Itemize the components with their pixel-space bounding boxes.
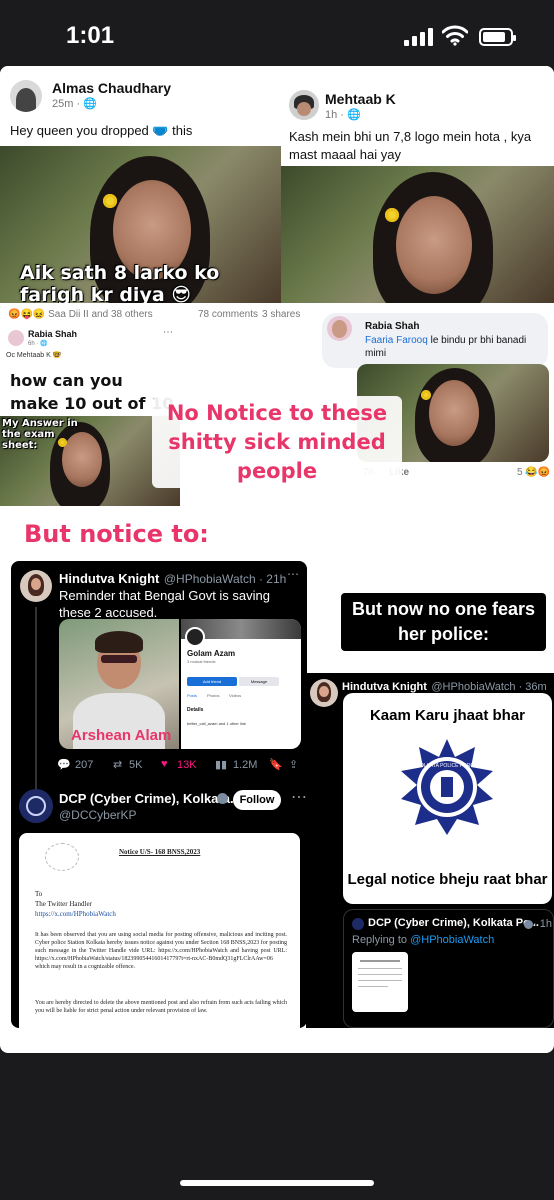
- comment-bubble: Rabia Shah Faaria Farooq le bindu pr bhi…: [322, 313, 548, 368]
- tweet-panel-left: Hindutva Knight @HPhobiaWatch · 21h ⋯ Re…: [11, 561, 307, 1028]
- reaction-summary[interactable]: 😡😝😖 Saa Dii II and 38 others: [8, 309, 153, 320]
- avatar[interactable]: [10, 80, 42, 112]
- repost-count: 5K: [129, 759, 143, 771]
- comment-reactions[interactable]: 5 😂😡: [517, 467, 550, 478]
- signal-icon: [404, 28, 436, 46]
- comment-time: 6h · 🌐: [28, 341, 48, 347]
- avatar[interactable]: [289, 90, 319, 120]
- tweet-photo-man[interactable]: Arshean Alam: [59, 619, 179, 749]
- post-text: Hey queen you dropped 🩲 this: [10, 123, 193, 138]
- comment-text: Oc Mehtaab K 🤓: [6, 352, 62, 359]
- tweet-text: Reminder that Bengal Govt is saving thes…: [59, 588, 270, 620]
- tweet-author[interactable]: Hindutva Knight: [59, 571, 159, 586]
- wifi-icon: [442, 25, 468, 46]
- shares-count[interactable]: 3 shares: [262, 309, 300, 320]
- verified-icon: [524, 920, 533, 929]
- comment-mention[interactable]: Faaria Farooq: [365, 335, 428, 346]
- more-icon[interactable]: ⋯: [287, 567, 299, 581]
- dcp-avatar[interactable]: [19, 789, 53, 823]
- reply-icon[interactable]: 💬: [57, 758, 71, 771]
- notice-to-name: The Twitter Handler: [35, 900, 92, 908]
- post-time: 25m ·: [52, 98, 84, 110]
- photo-caption: Aik sath 8 larko ko farigh kr diya 😎: [20, 262, 220, 303]
- notice-title: Notice U/S- 168 BNSS,2023: [119, 848, 201, 856]
- meme-bottom: Legal notice bheju raat bhar: [347, 871, 548, 888]
- post-photo-right[interactable]: [281, 166, 554, 303]
- avatar[interactable]: [327, 316, 352, 341]
- tweet-actions: 💬 207 ⇄ 5K ♥ 13K ▮▮ 1.2M 🔖 ⇪: [57, 758, 303, 776]
- details-heading: Details: [187, 707, 204, 713]
- post-text: Kash mein bhi un 7,8 logo mein hota , ky…: [289, 129, 532, 162]
- meme-caption: My Answer in the exam sheet:: [2, 418, 78, 451]
- tweet-handle: @HPhobiaWatch · 36m: [431, 681, 547, 693]
- views-count: 1.2M: [233, 759, 258, 771]
- tweet-panel-right: Hindutva Knight @HPhobiaWatch · 36m Kaam…: [306, 673, 554, 1028]
- share-icon[interactable]: ⇪: [289, 758, 298, 771]
- profile-name: Golam Azam: [187, 649, 236, 658]
- tweet-author[interactable]: Hindutva Knight: [342, 681, 427, 693]
- more-icon[interactable]: ⋯: [163, 327, 173, 338]
- dcp-handle: @DCCyberKP: [59, 808, 137, 822]
- dcp-reply[interactable]: DCP (Cyber Crime), Kolkata Po... · 1h Re…: [343, 909, 554, 1028]
- tweet-photo-profile[interactable]: Golam Azam 3 mutual friends Add friend M…: [181, 619, 301, 749]
- post-author[interactable]: Mehtaab K: [325, 91, 396, 107]
- tweet-handle: @HPhobiaWatch · 21h: [163, 572, 287, 586]
- emblem-icon: [45, 843, 79, 871]
- reply-count: 207: [75, 759, 94, 771]
- tab-videos[interactable]: Videos: [229, 693, 241, 698]
- reaction-bar: 😡😝😖 Saa Dii II and 38 others 78 comments…: [0, 303, 305, 327]
- notice-document[interactable]: Notice U/S- 168 BNSS,2023 To The Twitter…: [19, 833, 300, 1028]
- post-time: 1h ·: [325, 109, 348, 121]
- replying-handle[interactable]: @HPhobiaWatch: [410, 934, 494, 946]
- reply-author: DCP (Cyber Crime), Kolkata Po...: [368, 917, 539, 929]
- notice-thumbnail[interactable]: [352, 952, 408, 1012]
- post-photo-left[interactable]: Aik sath 8 larko ko farigh kr diya 😎: [0, 146, 281, 303]
- dcp-author[interactable]: DCP (Cyber Crime), Kolkata...: [59, 791, 241, 806]
- notice-link: https://x.com/HPhobiaWatch: [35, 910, 116, 918]
- kolkata-police-badge-icon: KOLKATA POLICE FORCE: [401, 739, 493, 835]
- status-time: 1:01: [66, 22, 115, 49]
- collage-card: Almas Chaudhary 25m · 🌐 Hey queen you dr…: [0, 66, 554, 1053]
- comments-count[interactable]: 78 comments: [198, 309, 258, 320]
- avatar[interactable]: [310, 679, 338, 707]
- follow-button[interactable]: Follow: [233, 790, 281, 810]
- replying-to-label: Replying to: [352, 934, 411, 946]
- photo-caption: Arshean Alam: [71, 727, 172, 744]
- comment-author[interactable]: Rabia Shah: [365, 321, 419, 332]
- globe-icon: 🌐: [83, 98, 97, 110]
- message-button[interactable]: Message: [239, 677, 279, 686]
- bookmark-icon[interactable]: 🔖: [269, 758, 283, 771]
- police-meme[interactable]: Kaam Karu jhaat bhar KOLKATA POLICE FORC…: [343, 693, 552, 904]
- battery-icon: [479, 28, 516, 46]
- views-icon[interactable]: ▮▮: [215, 758, 227, 771]
- globe-icon: 🌐: [347, 109, 361, 121]
- repost-icon[interactable]: ⇄: [113, 758, 122, 771]
- dcp-avatar: [352, 918, 364, 930]
- status-bar: 1:01: [0, 0, 554, 70]
- no-fear-text: But now no one fears her police:: [341, 593, 546, 651]
- no-notice-text: No Notice to these shitty sick minded pe…: [166, 401, 388, 483]
- tab-photos[interactable]: Photos: [207, 693, 219, 698]
- meme-top: Kaam Karu jhaat bhar: [369, 707, 526, 724]
- heart-icon[interactable]: ♥: [161, 758, 168, 770]
- comment-author[interactable]: Rabia Shah: [28, 329, 77, 339]
- post-author[interactable]: Almas Chaudhary: [52, 80, 171, 96]
- more-icon[interactable]: ⋯: [291, 787, 307, 807]
- home-indicator[interactable]: [180, 1180, 374, 1186]
- reply-time: · 1h: [533, 918, 552, 930]
- details-line: better_call_azam and 1 other link: [187, 721, 246, 726]
- avatar[interactable]: [20, 570, 52, 602]
- badge-text: KOLKATA POLICE FORCE: [417, 763, 478, 769]
- verified-icon: [217, 793, 228, 804]
- notice-body: It has been observed that you are using …: [35, 932, 287, 970]
- notice-to: To: [35, 890, 43, 898]
- avatar[interactable]: [8, 330, 24, 346]
- tab-posts[interactable]: Posts: [187, 693, 197, 698]
- add-friend-button[interactable]: Add friend: [187, 677, 237, 686]
- like-count: 13K: [177, 759, 197, 771]
- profile-meta: 3 mutual friends: [187, 659, 216, 664]
- but-notice-text: But notice to:: [24, 520, 209, 548]
- notice-body-2: You are hereby directed to delete the ab…: [35, 1000, 287, 1014]
